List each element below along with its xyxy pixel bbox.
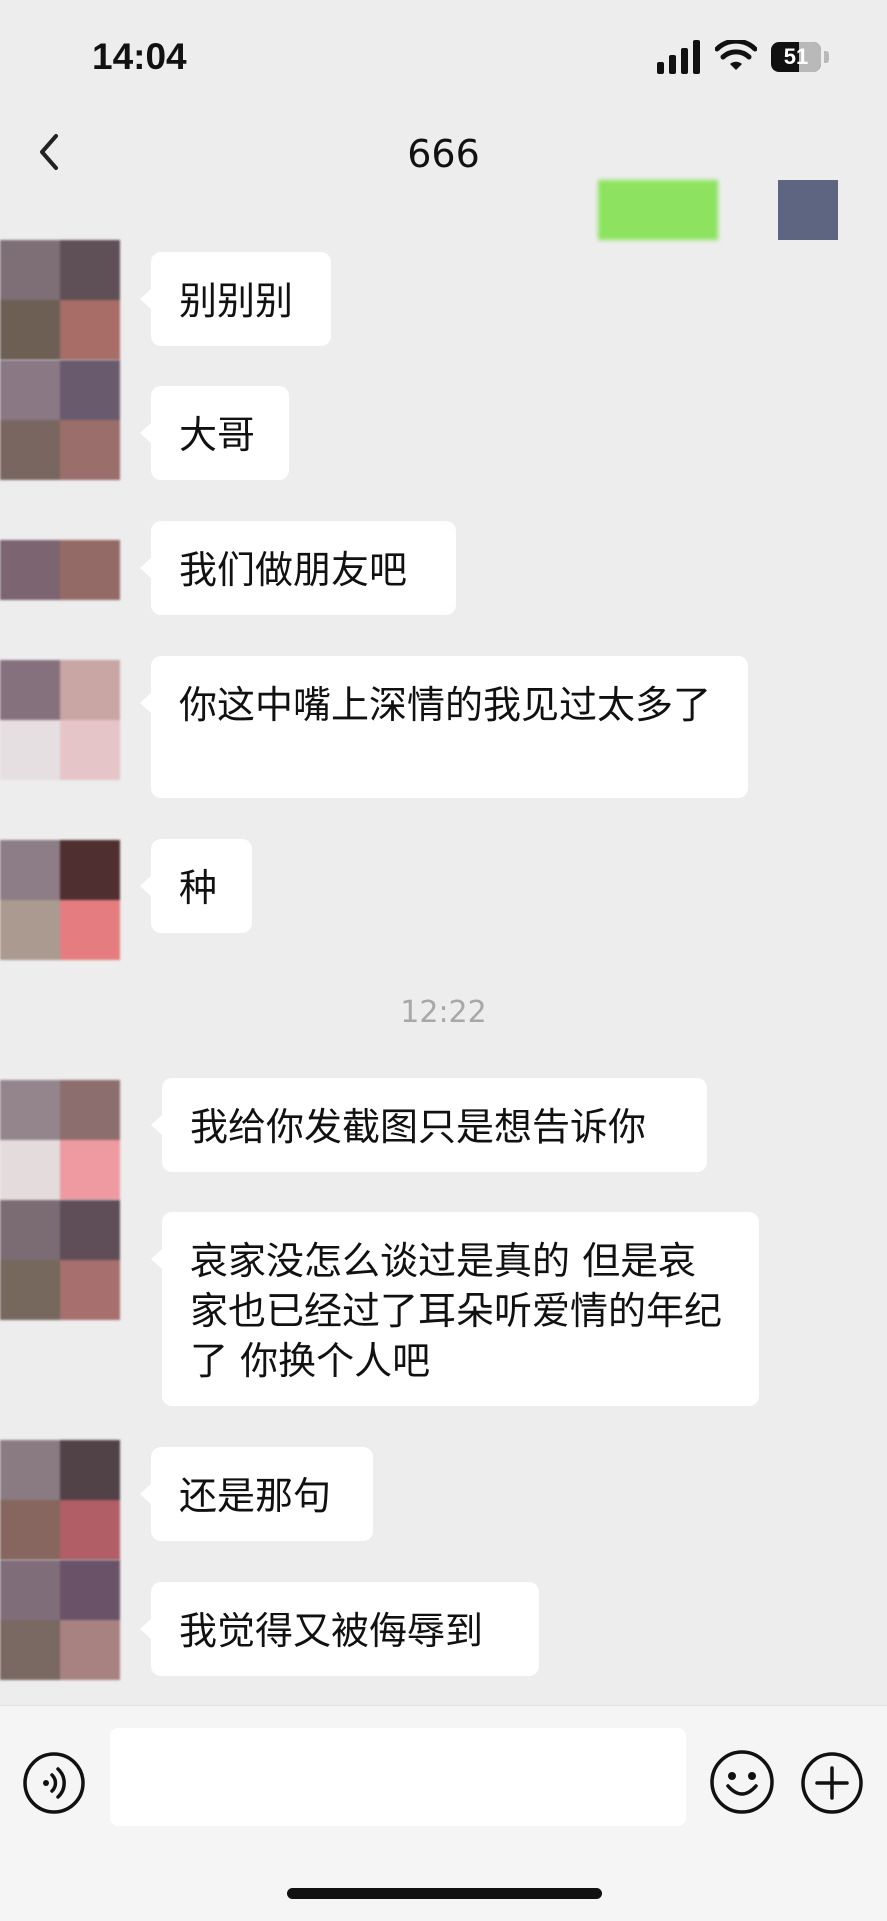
message-text: 你这中嘴上深情的我见过太多了 [179, 683, 712, 727]
plus-icon[interactable] [800, 1751, 864, 1815]
avatar[interactable] [0, 840, 120, 960]
message-bubble[interactable]: 别别别 [140, 252, 331, 346]
message-text: 我给你发截图只是想告诉你 [190, 1105, 647, 1149]
obscured-block-green [598, 180, 718, 240]
avatar[interactable] [0, 360, 120, 480]
message-bubble[interactable]: 大哥 [140, 386, 289, 480]
avatar[interactable] [0, 1080, 120, 1200]
chat-title: 666 [407, 132, 480, 176]
message-text: 哀家没怎么谈过是真的 但是哀家也已经过了耳朵听爱情的年纪了 你换个人吧 [190, 1239, 723, 1383]
message-bubble[interactable]: 种 [140, 839, 252, 933]
status-time: 14:04 [92, 36, 187, 77]
message-bubble[interactable]: 哀家没怎么谈过是真的 但是哀家也已经过了耳朵听爱情的年纪了 你换个人吧 [151, 1212, 759, 1406]
home-indicator[interactable] [287, 1888, 602, 1899]
smiley-icon[interactable] [708, 1748, 776, 1816]
message-text: 我们做朋友吧 [179, 548, 408, 592]
voice-icon[interactable] [22, 1751, 86, 1815]
avatar[interactable] [0, 1200, 120, 1320]
message-bubble[interactable]: 我觉得又被侮辱到 [140, 1582, 539, 1676]
message-text: 大哥 [179, 413, 256, 457]
message-text: 我觉得又被侮辱到 [179, 1609, 484, 1653]
message-bubble[interactable]: 我们做朋友吧 [140, 521, 456, 615]
nav-bar: 666 [0, 100, 887, 210]
message-text: 还是那句 [179, 1474, 332, 1518]
message-bubble[interactable]: 我给你发截图只是想告诉你 [151, 1078, 707, 1172]
message-bubble[interactable]: 你这中嘴上深情的我见过太多了 [140, 656, 748, 798]
avatar[interactable] [0, 660, 120, 780]
battery-icon: 51 [771, 42, 831, 72]
avatar[interactable] [0, 240, 120, 360]
avatar[interactable] [0, 540, 120, 600]
timestamp: 12:22 [400, 995, 487, 1030]
signal-icon [657, 40, 700, 74]
wifi-icon [715, 40, 757, 70]
avatar[interactable] [0, 1560, 120, 1680]
message-bubble[interactable]: 还是那句 [140, 1447, 373, 1541]
obscured-block-gray [778, 180, 838, 240]
message-text: 别别别 [179, 279, 294, 323]
battery-level: 51 [783, 44, 809, 69]
message-input[interactable] [110, 1728, 686, 1826]
avatar[interactable] [0, 1440, 120, 1560]
message-text: 种 [179, 866, 218, 910]
